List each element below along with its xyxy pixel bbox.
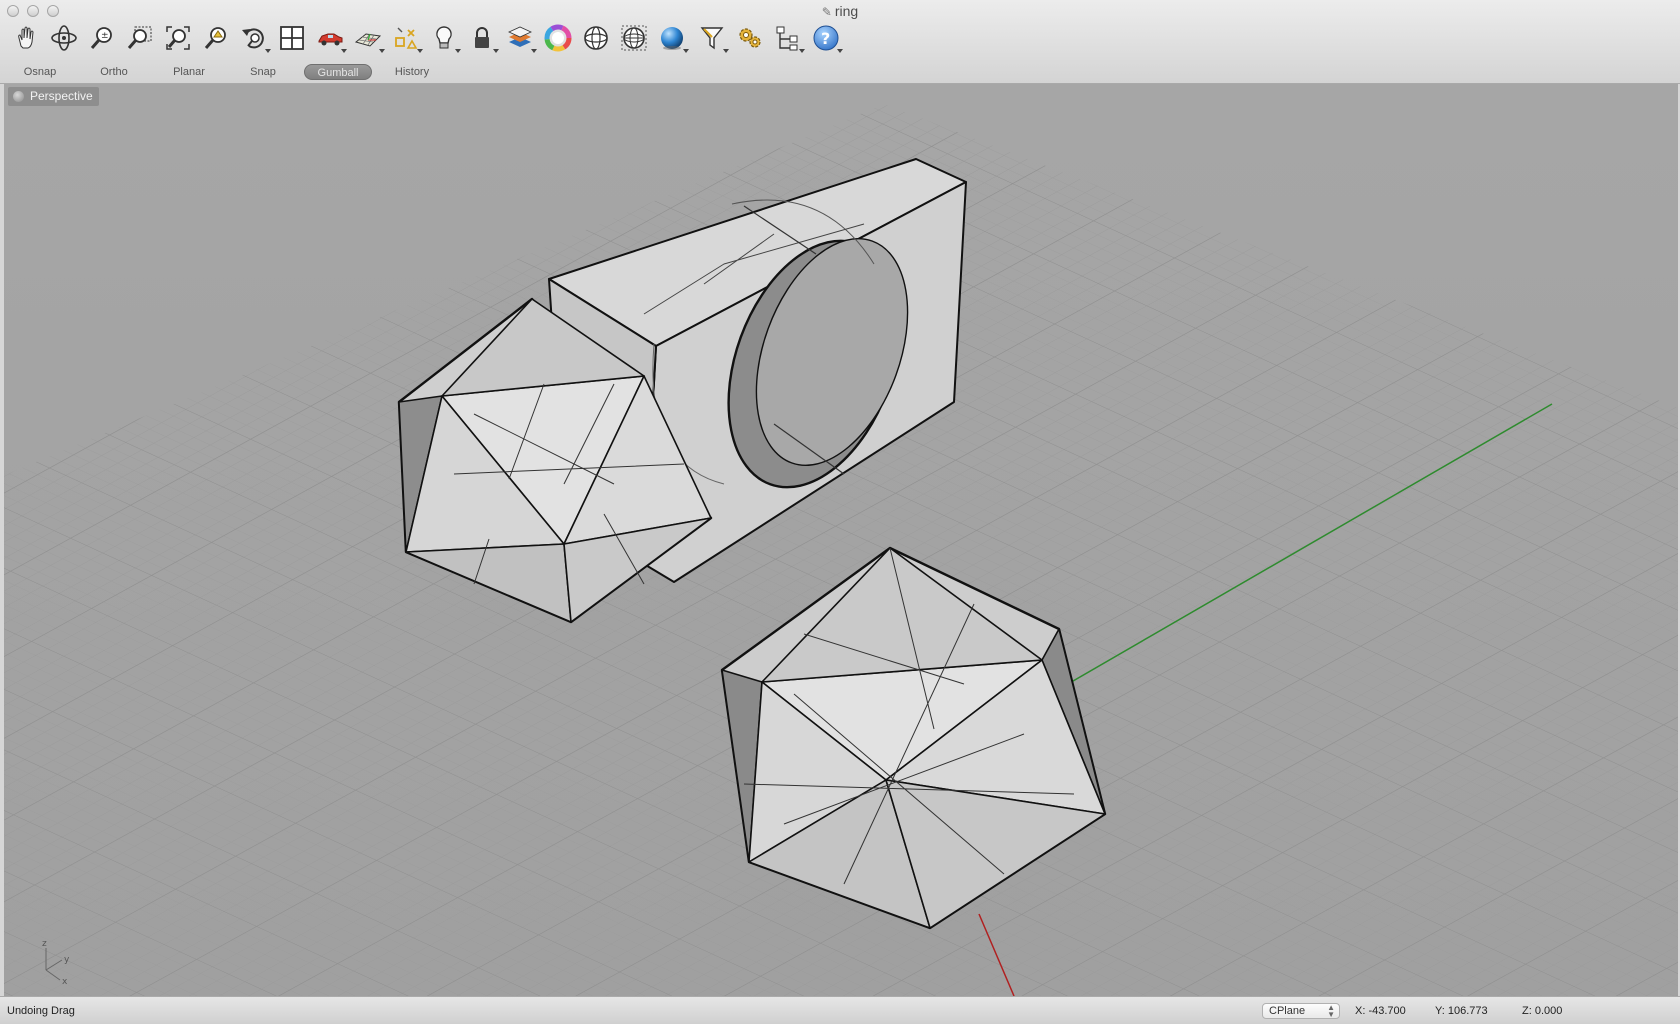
window-title: ✎ ring <box>0 3 1680 19</box>
cplane-select[interactable]: CPlane ▲ ▼ <box>1262 1003 1340 1019</box>
toggle-ortho[interactable]: Ortho <box>88 64 140 80</box>
y-axis-label: y <box>64 955 70 965</box>
viewport-menu-icon[interactable] <box>13 91 24 102</box>
scene-canvas[interactable] <box>4 84 1678 996</box>
viewport-name: Perspective <box>30 89 93 103</box>
shaded-sphere-icon[interactable] <box>656 22 689 54</box>
filter-icon[interactable] <box>696 22 729 54</box>
document-icon: ✎ <box>821 5 832 19</box>
zoom-extents-icon[interactable] <box>162 22 194 54</box>
help-icon[interactable]: ? <box>810 22 843 54</box>
x-axis-label: x <box>62 977 68 986</box>
x-coordinate: X: -43.700 <box>1355 1005 1406 1017</box>
select-arrows-icon: ▲ ▼ <box>1327 1003 1335 1019</box>
zoom-window-icon[interactable] <box>124 22 156 54</box>
color-wheel-icon[interactable] <box>542 22 574 54</box>
perspective-viewport[interactable]: Perspective z y x <box>4 84 1678 996</box>
grid-plane-icon[interactable] <box>352 22 385 54</box>
undo-view-icon[interactable] <box>238 22 271 54</box>
status-bar: Undoing Drag CPlane ▲ ▼ X: -43.700 Y: 106… <box>0 996 1680 1024</box>
status-message: Undoing Drag <box>7 1005 75 1017</box>
toggle-gumball[interactable]: Gumball <box>304 64 372 80</box>
y-coordinate: Y: 106.773 <box>1435 1005 1488 1017</box>
car-render-icon[interactable] <box>314 22 347 54</box>
layer-icon[interactable] <box>504 22 537 54</box>
world-axes-widget: z y x <box>42 939 70 986</box>
lock-icon[interactable] <box>466 22 499 54</box>
viewport-layout-icon[interactable] <box>276 22 308 54</box>
zoom-icon[interactable]: ± <box>86 22 118 54</box>
toggle-planar[interactable]: Planar <box>163 64 215 80</box>
globe-grid-icon[interactable] <box>618 22 650 54</box>
settings-gears-icon[interactable] <box>734 22 766 54</box>
sphere-wire-icon[interactable] <box>580 22 612 54</box>
title-bar: ✎ ring ± ? Osnap Ortho Planar Snap Gumba… <box>0 0 1680 84</box>
viewport-title-tab[interactable]: Perspective <box>8 87 99 106</box>
toggle-osnap[interactable]: Osnap <box>14 64 66 80</box>
hierarchy-icon[interactable] <box>772 22 805 54</box>
toggle-history[interactable]: History <box>386 64 438 80</box>
z-axis-label: z <box>42 939 47 949</box>
zoom-selected-icon[interactable] <box>200 22 232 54</box>
window-title-text: ring <box>834 3 859 19</box>
modeling-aids-bar: Osnap Ortho Planar Snap Gumball History <box>0 62 1680 82</box>
cplane-value: CPlane <box>1269 1005 1306 1017</box>
svg-text:±: ± <box>101 31 109 41</box>
toggle-snap[interactable]: Snap <box>237 64 289 80</box>
svg-text:?: ? <box>821 29 830 48</box>
pan-hand-icon[interactable] <box>10 22 42 54</box>
object-snap-icon[interactable] <box>390 22 423 54</box>
rotate-view-icon[interactable] <box>48 22 80 54</box>
lightbulb-icon[interactable] <box>428 22 461 54</box>
z-coordinate: Z: 0.000 <box>1522 1005 1563 1017</box>
